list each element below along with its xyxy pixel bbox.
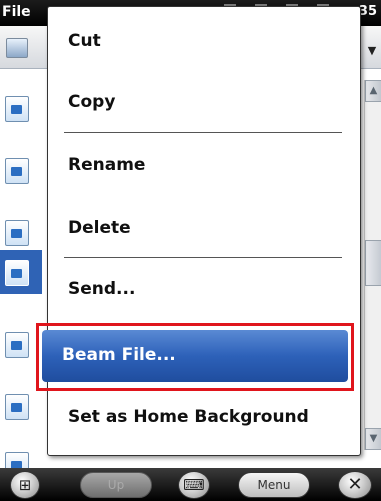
window-title: File: [2, 4, 31, 20]
menu-separator: [64, 257, 342, 258]
menu-item-copy[interactable]: Copy: [68, 92, 115, 112]
softkey-bar: ⊞ Up ⌨ Menu ✕: [0, 468, 381, 501]
menu-button[interactable]: Menu: [238, 472, 310, 498]
menu-item-delete[interactable]: Delete: [68, 218, 131, 238]
chevron-down-icon[interactable]: ▼: [365, 44, 379, 57]
file-icon: [5, 220, 29, 246]
close-button[interactable]: ✕: [338, 471, 372, 499]
status-time: 35: [358, 4, 377, 19]
scroll-up-icon[interactable]: ▲: [365, 80, 381, 102]
keyboard-icon: ⌨: [183, 476, 205, 494]
menu-separator: [64, 132, 342, 133]
up-button[interactable]: Up: [80, 472, 152, 498]
menu-item-cut[interactable]: Cut: [68, 31, 101, 51]
context-menu: Cut Copy Rename Delete Send... Beam File…: [36, 6, 361, 456]
start-button[interactable]: ⊞: [10, 471, 40, 499]
menu-item-set-home-background[interactable]: Set as Home Background: [68, 407, 309, 427]
file-icon: [5, 260, 29, 286]
file-icon: [5, 96, 29, 122]
windows-logo-icon: ⊞: [18, 476, 32, 494]
file-icon: [5, 332, 29, 358]
vertical-scrollbar[interactable]: ▲ ▼: [364, 80, 381, 450]
scroll-down-icon[interactable]: ▼: [365, 428, 381, 450]
menu-item-label: Beam File...: [62, 345, 176, 365]
file-icon: [5, 394, 29, 420]
menu-item-beam-file[interactable]: Beam File...: [42, 330, 348, 382]
file-icon: [5, 158, 29, 184]
scroll-thumb[interactable]: [365, 240, 381, 286]
close-icon: ✕: [347, 474, 363, 495]
menu-item-send[interactable]: Send...: [68, 279, 135, 299]
folder-icon[interactable]: [6, 38, 28, 58]
menu-item-rename[interactable]: Rename: [68, 155, 145, 175]
keyboard-button[interactable]: ⌨: [178, 471, 210, 499]
